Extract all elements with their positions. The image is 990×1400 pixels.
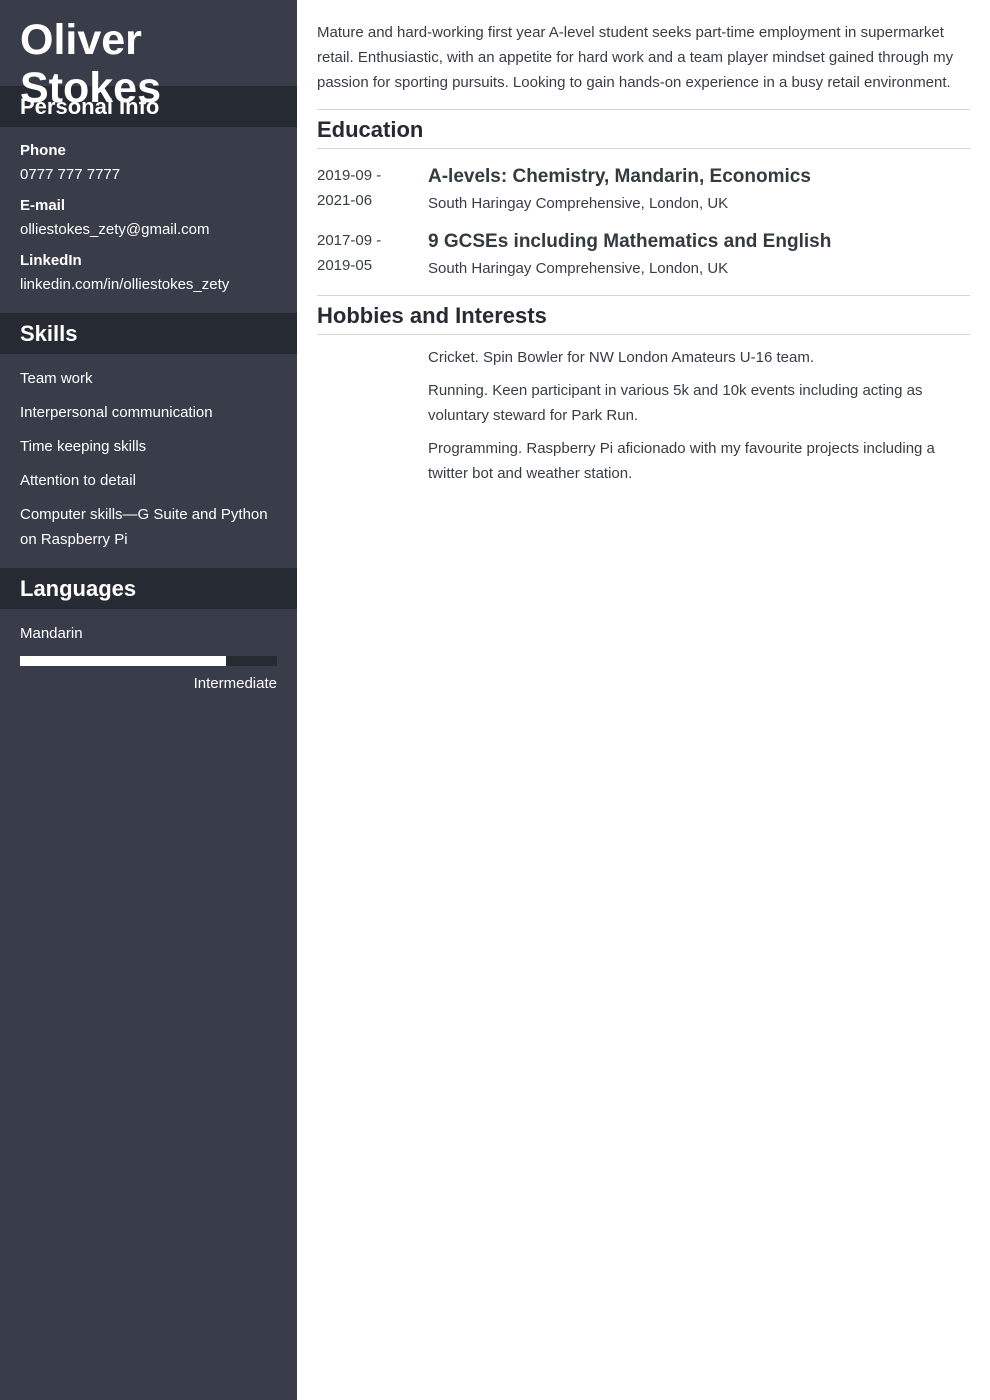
education-date-end: 2019-05 (317, 257, 373, 274)
profile-summary: Mature and hard-working first year A-lev… (317, 24, 954, 91)
education-heading: Education (317, 109, 970, 149)
language-proficiency-fill (20, 656, 226, 666)
language-proficiency-bar (20, 656, 277, 666)
education-date-start: 2019-09 - (317, 167, 382, 184)
phone-label: Phone (20, 142, 66, 159)
skill-item: Attention to detail (20, 472, 136, 489)
education-details: 9 GCSEs including Mathematics and Englis… (428, 228, 970, 281)
hobby-item: Programming. Raspberry Pi aficionado wit… (428, 440, 935, 482)
hobbies-heading: Hobbies and Interests (317, 295, 970, 335)
education-entry: 2019-09 - 2021-06 A-levels: Chemistry, M… (317, 163, 970, 216)
education-details: A-levels: Chemistry, Mandarin, Economics… (428, 163, 970, 216)
education-school: South Haringay Comprehensive, London, UK (428, 195, 729, 212)
languages-heading: Languages (0, 568, 297, 609)
skill-item: Team work (20, 370, 93, 387)
skills-heading: Skills (0, 313, 297, 354)
education-date-start: 2017-09 - (317, 232, 382, 249)
education-entry: 2017-09 - 2019-05 9 GCSEs including Math… (317, 228, 970, 281)
language-name: Mandarin (20, 625, 83, 642)
education-date-end: 2021-06 (317, 192, 373, 209)
personal-info-heading: Personal Info (0, 86, 297, 127)
education-title: 9 GCSEs including Mathematics and Englis… (428, 231, 832, 252)
skill-item: Interpersonal communication (20, 404, 213, 421)
hobbies-list: Cricket. Spin Bowler for NW London Amate… (317, 335, 970, 486)
education-list: 2019-09 - 2021-06 A-levels: Chemistry, M… (317, 163, 970, 295)
phone-value: 0777 777 7777 (20, 166, 121, 183)
language-level: Intermediate (193, 675, 277, 692)
skill-item: Computer skills—G Suite and Python on Ra… (20, 506, 268, 548)
sidebar: Oliver Stokes Personal Info Phone 0777 7… (0, 0, 297, 1400)
hobby-item: Running. Keen participant in various 5k … (428, 382, 923, 424)
skill-item: Time keeping skills (20, 438, 147, 455)
email-label: E-mail (20, 197, 66, 214)
languages-section: Mandarin Intermediate (0, 609, 297, 711)
education-title: A-levels: Chemistry, Mandarin, Economics (428, 166, 811, 187)
skills-section: Team work Interpersonal communication Ti… (0, 354, 297, 568)
hobby-item: Cricket. Spin Bowler for NW London Amate… (428, 349, 814, 366)
main-content: Mature and hard-working first year A-lev… (317, 20, 970, 494)
candidate-name: Oliver Stokes (20, 16, 161, 112)
linkedin-label: LinkedIn (20, 252, 82, 269)
education-dates: 2019-09 - 2021-06 (317, 163, 428, 216)
education-school: South Haringay Comprehensive, London, UK (428, 260, 729, 277)
email-value: olliestokes_zety@gmail.com (20, 221, 210, 238)
personal-info-section: Phone 0777 777 7777 E-mail olliestokes_z… (0, 127, 297, 313)
education-dates: 2017-09 - 2019-05 (317, 228, 428, 281)
linkedin-value: linkedin.com/in/olliestokes_zety (20, 276, 230, 293)
